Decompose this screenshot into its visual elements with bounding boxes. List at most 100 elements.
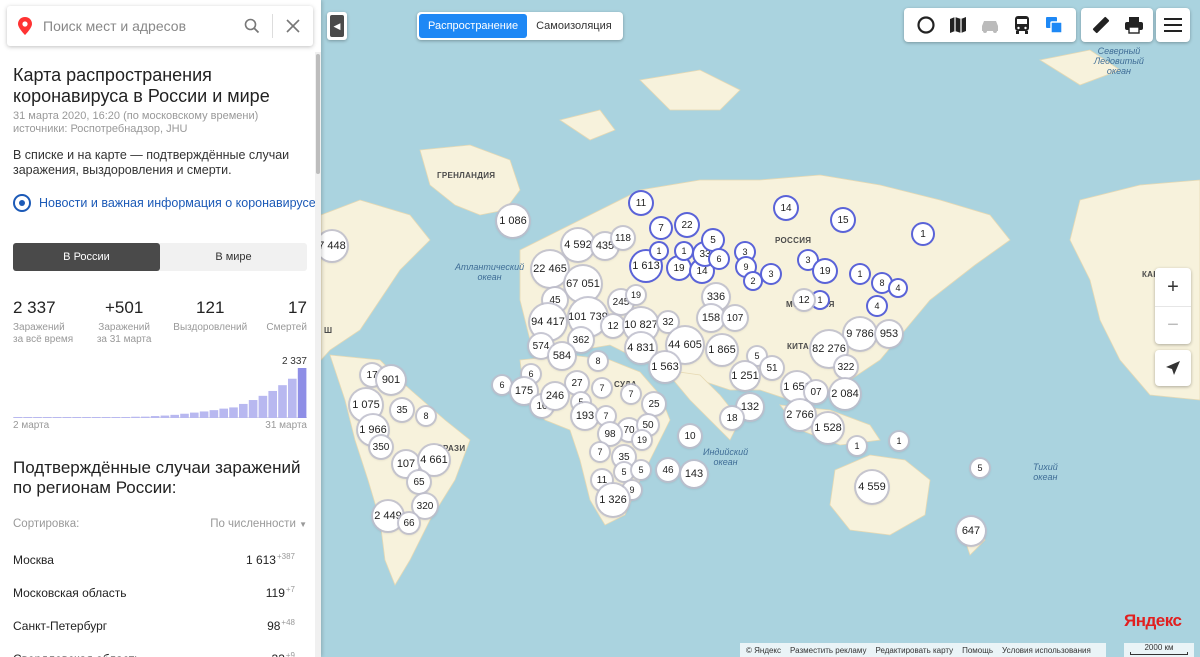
case-cluster[interactable]: 2 766 [785, 400, 815, 430]
case-cluster[interactable]: 22 465 [532, 251, 568, 287]
case-cluster[interactable]: 322 [835, 356, 857, 378]
case-cluster[interactable]: 1 [848, 437, 866, 455]
case-cluster[interactable]: 1 326 [597, 484, 629, 516]
map-type-button[interactable] [942, 8, 974, 42]
mode-self-isolation[interactable]: Самоизоляция [527, 14, 621, 38]
case-cluster[interactable]: 22 [676, 214, 698, 236]
case-cluster[interactable]: 953 [876, 321, 902, 347]
case-cluster[interactable]: 19 [668, 257, 690, 279]
case-cluster[interactable]: 19 [633, 431, 651, 449]
case-cluster[interactable]: 12 [794, 290, 814, 310]
case-cluster[interactable]: 65 [408, 471, 430, 493]
tab-world[interactable]: В мире [160, 243, 307, 271]
case-cluster[interactable]: 1 528 [813, 413, 843, 443]
case-cluster[interactable]: 98 [599, 423, 621, 445]
case-cluster[interactable]: 1 251 [731, 362, 759, 390]
case-cluster[interactable]: 11 [630, 192, 652, 214]
case-cluster[interactable]: 143 [681, 461, 707, 487]
case-cluster[interactable]: 1 [913, 224, 933, 244]
case-cluster[interactable]: 647 [957, 517, 985, 545]
case-cluster[interactable]: 1 563 [650, 352, 680, 382]
case-cluster[interactable]: 4 559 [856, 471, 888, 503]
case-cluster[interactable]: 07 [805, 381, 827, 403]
case-cluster[interactable]: 2 084 [830, 379, 860, 409]
traffic-button[interactable] [974, 8, 1006, 42]
case-cluster[interactable]: 350 [370, 436, 392, 458]
case-cluster[interactable]: 1 [851, 265, 869, 283]
case-cluster[interactable]: 18 [721, 407, 743, 429]
footer-link[interactable]: Разместить рекламу [790, 646, 866, 655]
case-cluster[interactable]: 2 [745, 273, 761, 289]
yandex-logo[interactable]: Яндекс [1124, 611, 1182, 631]
case-cluster[interactable]: 5 [632, 461, 650, 479]
region-row[interactable]: Санкт-Петербург 98+48 [13, 609, 295, 642]
case-cluster[interactable]: 7 [622, 385, 640, 403]
case-cluster[interactable]: 193 [572, 403, 598, 429]
case-cluster[interactable]: 584 [549, 343, 575, 369]
panorama-button[interactable] [910, 8, 942, 42]
case-cluster[interactable]: 901 [377, 366, 405, 394]
case-cluster[interactable]: 320 [413, 494, 437, 518]
case-cluster[interactable]: 66 [399, 513, 419, 533]
case-cluster[interactable]: 7 [593, 379, 611, 397]
case-cluster[interactable]: 8 [873, 274, 891, 292]
scrollbar-thumb[interactable] [316, 54, 320, 174]
case-cluster[interactable]: 3 [762, 265, 780, 283]
case-cluster[interactable]: 6 [493, 376, 511, 394]
footer-link[interactable]: Помощь [962, 646, 993, 655]
case-cluster[interactable]: 5 [703, 230, 723, 250]
case-cluster[interactable]: 15 [832, 209, 854, 231]
case-cluster[interactable]: 9 786 [844, 318, 876, 350]
case-cluster[interactable]: 19 [627, 286, 645, 304]
case-cluster[interactable]: 118 [612, 227, 634, 249]
sidebar-scrollbar[interactable] [315, 52, 321, 657]
case-cluster[interactable]: 46 [657, 459, 679, 481]
search-button[interactable] [232, 6, 272, 46]
menu-button[interactable] [1156, 8, 1190, 42]
case-cluster[interactable]: 27 [566, 372, 588, 394]
news-link[interactable]: Новости и важная информация о коронавиру… [13, 194, 316, 212]
case-cluster[interactable]: 12 [602, 315, 624, 337]
sort-dropdown[interactable]: По численности ▼ [210, 518, 307, 530]
case-cluster[interactable]: 6 [710, 250, 728, 268]
case-cluster[interactable]: 8 [417, 407, 435, 425]
print-button[interactable] [1117, 8, 1150, 42]
case-cluster[interactable]: 1 [651, 243, 667, 259]
case-cluster[interactable]: 35 [391, 399, 413, 421]
case-cluster[interactable]: 7 [651, 218, 671, 238]
search-input[interactable] [43, 18, 232, 34]
region-row[interactable]: Свердловская область 33+9 [13, 642, 295, 657]
case-cluster[interactable]: 7 [591, 443, 609, 461]
case-cluster[interactable]: 10 [679, 425, 701, 447]
region-row[interactable]: Москва 1 613+387 [13, 543, 295, 576]
geolocation-button[interactable] [1155, 350, 1191, 386]
collapse-sidebar-button[interactable]: ◀ [327, 12, 347, 40]
case-cluster[interactable]: 1 [890, 432, 908, 450]
case-cluster[interactable]: 158 [698, 305, 724, 331]
case-cluster[interactable]: 4 661 [419, 445, 449, 475]
case-cluster[interactable]: 4 592 [562, 229, 594, 261]
case-cluster[interactable]: 25 [643, 393, 665, 415]
case-cluster[interactable]: 4 [890, 280, 906, 296]
case-cluster[interactable]: 2 449 [373, 501, 403, 531]
mode-spread[interactable]: Распространение [419, 14, 528, 38]
case-cluster[interactable]: 1 086 [497, 205, 529, 237]
case-cluster[interactable]: 5 [615, 463, 633, 481]
case-cluster[interactable]: 107 [723, 306, 747, 330]
clear-search-button[interactable] [273, 6, 313, 46]
case-cluster[interactable]: 5 [971, 459, 989, 477]
zoom-out-button[interactable]: − [1155, 307, 1191, 344]
footer-link[interactable]: © Яндекс [746, 646, 781, 655]
footer-link[interactable]: Редактировать карту [875, 646, 953, 655]
zoom-in-button[interactable]: + [1155, 268, 1191, 306]
case-cluster[interactable]: 1 [812, 292, 828, 308]
case-cluster[interactable]: 14 [775, 197, 797, 219]
case-cluster[interactable]: 8 [589, 352, 607, 370]
footer-link[interactable]: Условия использования [1002, 646, 1091, 655]
ruler-button[interactable] [1084, 8, 1117, 42]
transit-button[interactable] [1006, 8, 1038, 42]
region-row[interactable]: Московская область 119+7 [13, 576, 295, 609]
tab-russia[interactable]: В России [13, 243, 160, 271]
case-cluster[interactable]: 1 [676, 243, 692, 259]
case-cluster[interactable]: 51 [761, 357, 783, 379]
